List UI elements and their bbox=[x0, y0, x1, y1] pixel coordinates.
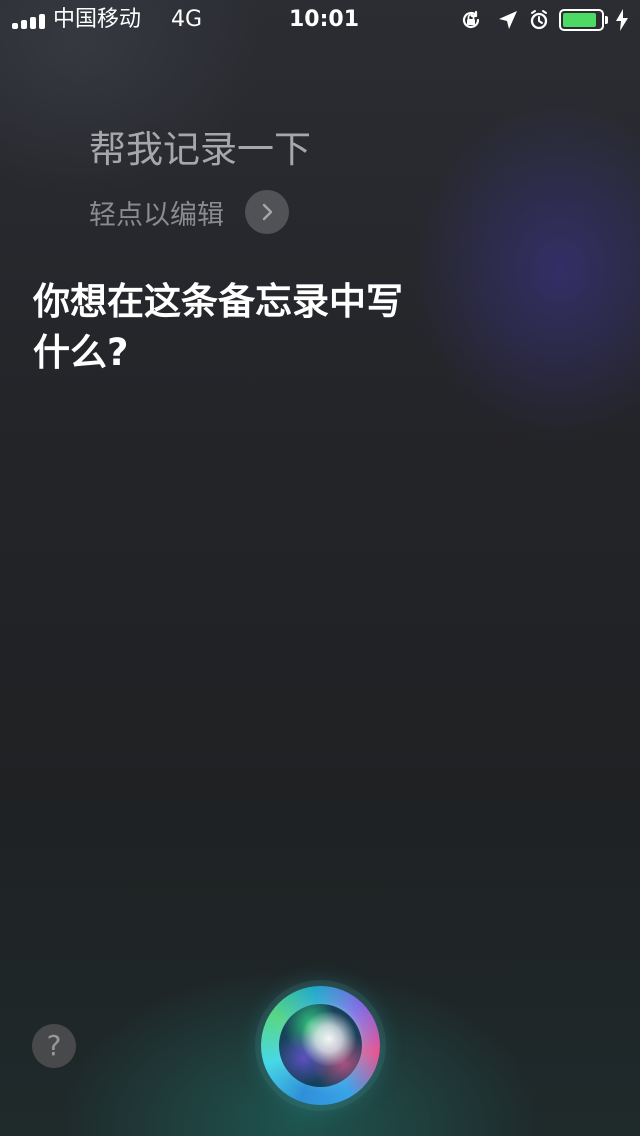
siri-orb-icon bbox=[279, 1004, 362, 1087]
signal-bars-icon bbox=[12, 13, 45, 29]
status-bar: 中国移动 4G 10:01 bbox=[0, 0, 640, 40]
charging-bolt-icon bbox=[616, 9, 628, 31]
spoken-query[interactable]: 帮我记录一下 bbox=[89, 124, 311, 176]
battery-icon bbox=[559, 9, 604, 31]
battery-level-fill bbox=[563, 13, 596, 27]
carrier-name: 中国移动 bbox=[53, 7, 142, 32]
status-time: 10:01 bbox=[288, 7, 360, 32]
siri-response-line: 什么? bbox=[33, 331, 129, 374]
siri-orb-button[interactable] bbox=[261, 986, 380, 1105]
siri-response-text: 你想在这条备忘录中写 什么? bbox=[33, 276, 463, 378]
help-button[interactable]: ? bbox=[32, 1024, 76, 1068]
siri-response-line: 你想在这条备忘录中写 bbox=[33, 280, 403, 323]
location-arrow-icon bbox=[499, 11, 517, 29]
chevron-right-icon bbox=[262, 203, 273, 221]
edit-hint-label: 轻点以编辑 bbox=[89, 199, 224, 231]
tap-to-edit-button[interactable]: 轻点以编辑 bbox=[89, 190, 289, 234]
siri-screen: 中国移动 4G 10:01 帮我记录一下 轻点以编辑 你想在这条备忘录中写 什么… bbox=[0, 0, 640, 1136]
lock-rotation-icon bbox=[462, 10, 480, 29]
signal-bar bbox=[21, 20, 27, 29]
alarm-clock-icon bbox=[530, 10, 548, 30]
battery-cap bbox=[605, 16, 608, 24]
chevron-right-button[interactable] bbox=[245, 190, 289, 234]
network-type: 4G bbox=[171, 7, 203, 32]
signal-bar bbox=[30, 17, 36, 29]
signal-bar bbox=[12, 23, 18, 29]
signal-bar bbox=[39, 14, 45, 29]
